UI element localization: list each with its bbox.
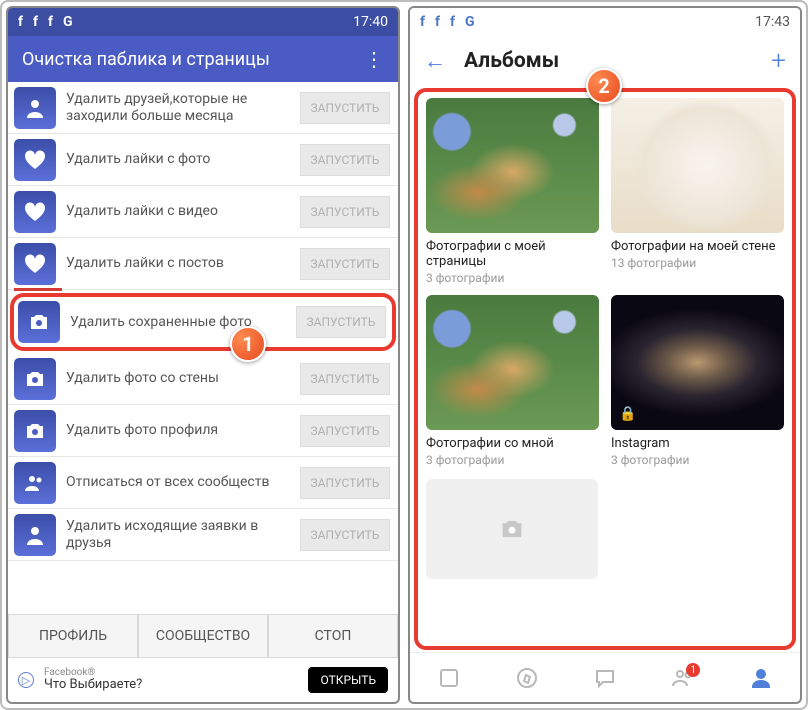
tab-profile[interactable]: ПРОФИЛЬ [8,614,138,658]
run-button[interactable]: ЗАПУСТИТЬ [300,92,390,124]
task-label: Удалить друзей,которые не заходили больш… [66,91,290,125]
phone-right: f f f G 17:43 ← Альбомы + Фотографии с м… [408,6,802,704]
callout-2: 2 [586,68,622,104]
back-icon[interactable]: ← [424,48,446,74]
heart-icon [14,139,56,181]
task-row: Удалить друзей,которые не заходили больш… [8,82,398,134]
phone-left: f f f G 17:40 Очистка паблика и страницы… [6,6,400,704]
heart-icon [14,243,56,285]
task-label: Удалить фото профиля [66,422,290,439]
ad-text: Facebook® Что Выбираете? [44,667,298,692]
album-item[interactable]: Фотографии со мной 3 фотографии [426,295,599,467]
task-label: Отписаться от всех сообществ [66,474,290,491]
run-button[interactable]: ЗАПУСТИТЬ [300,363,390,395]
nav-messages[interactable] [566,653,644,702]
task-label: Удалить лайки с фото [66,151,290,168]
run-button[interactable]: ЗАПУСТИТЬ [300,248,390,280]
album-title: Фотографии на моей стене [611,239,784,254]
album-placeholder[interactable] [426,479,598,579]
progress-indicator [14,288,62,291]
adchoices-icon[interactable]: ▷ [18,672,34,688]
task-row: Удалить фото профиля ЗАПУСТИТЬ [8,405,398,457]
album-item[interactable]: Фотографии с моей страницы 3 фотографии [426,98,599,285]
run-button[interactable]: ЗАПУСТИТЬ [296,306,386,338]
album-title: Фотографии с моей страницы [426,239,599,269]
album-title: Фотографии со мной [426,436,599,451]
appbar: Очистка паблика и страницы ⋮ [8,36,398,82]
fb-icon: f [33,14,38,30]
camera-icon [14,410,56,452]
nav-explore[interactable] [488,653,566,702]
tab-community[interactable]: СООБЩЕСТВО [138,614,268,658]
bottom-tabs: ПРОФИЛЬ СООБЩЕСТВО СТОП [8,614,398,658]
callout-1: 1 [230,326,266,362]
run-button[interactable]: ЗАПУСТИТЬ [300,196,390,228]
album-count: 3 фотографии [611,453,784,467]
google-icon: G [63,14,73,30]
album-thumb [611,98,784,233]
album-count: 3 фотографии [426,453,599,467]
fb-icon: f [420,14,425,30]
album-thumb: 🔒 [611,295,784,430]
album-count: 13 фотографии [611,256,784,270]
album-thumb [426,98,599,233]
run-button[interactable]: ЗАПУСТИТЬ [300,519,390,551]
album-item[interactable]: 🔒 Instagram 3 фотографии [611,295,784,467]
task-row: Удалить исходящие заявки в друзья ЗАПУСТ… [8,509,398,561]
task-row: Отписаться от всех сообществ ЗАПУСТИТЬ [8,457,398,509]
album-item[interactable]: Фотографии на моей стене 13 фотографии [611,98,784,285]
fb-icon: f [450,14,455,30]
task-row: Удалить лайки с постов ЗАПУСТИТЬ [8,238,398,290]
status-icons: f f f G [18,14,73,30]
tab-stop[interactable]: СТОП [268,614,398,658]
nav-profile[interactable] [722,653,800,702]
fb-icon: f [18,14,23,30]
ad-banner[interactable]: ▷ Facebook® Что Выбираете? ОТКРЫТЬ [8,658,398,702]
camera-icon [495,515,529,543]
google-icon: G [465,14,475,30]
run-button[interactable]: ЗАПУСТИТЬ [300,415,390,447]
task-row-highlighted[interactable]: Удалить сохраненные фото ЗАПУСТИТЬ [10,293,396,351]
statusbar-right: f f f G 17:43 [410,8,800,36]
fb-icon: f [48,14,53,30]
task-list: Удалить друзей,которые не заходили больш… [8,82,398,614]
menu-dots-icon[interactable]: ⋮ [364,49,384,69]
people-icon [14,462,56,504]
page-title: Очистка паблика и страницы [22,49,270,70]
status-icons: f f f G [420,14,475,30]
ad-title: Что Выбираете? [44,678,298,692]
fb-icon: f [435,14,440,30]
camera-icon [18,301,60,343]
person-down-icon [14,87,56,129]
bottom-nav [410,652,800,702]
task-label: Удалить лайки с постов [66,255,290,272]
albums-highlight: Фотографии с моей страницы 3 фотографии … [414,88,796,650]
status-time: 17:43 [755,14,790,30]
task-row: Удалить лайки с фото ЗАПУСТИТЬ [8,134,398,186]
albums-grid: Фотографии с моей страницы 3 фотографии … [426,98,784,467]
lock-icon: 🔒 [619,406,636,422]
camera-icon [14,358,56,400]
task-row: Удалить лайки с видео ЗАПУСТИТЬ [8,186,398,238]
run-button[interactable]: ЗАПУСТИТЬ [300,467,390,499]
statusbar-left: f f f G 17:40 [8,8,398,36]
heart-icon [14,191,56,233]
ad-open-button[interactable]: ОТКРЫТЬ [308,667,388,693]
person-up-icon [14,514,56,556]
task-label: Удалить исходящие заявки в друзья [66,518,290,552]
status-time: 17:40 [353,14,388,30]
album-title: Instagram [611,436,784,451]
task-row: Удалить фото со стены ЗАПУСТИТЬ [8,353,398,405]
task-label: Удалить лайки с видео [66,203,290,220]
nav-friends[interactable] [644,653,722,702]
album-thumb [426,295,599,430]
run-button[interactable]: ЗАПУСТИТЬ [300,144,390,176]
task-label: Удалить фото со стены [66,370,290,387]
nav-feed[interactable] [410,653,488,702]
add-icon[interactable]: + [771,46,786,76]
album-count: 3 фотографии [426,271,599,285]
